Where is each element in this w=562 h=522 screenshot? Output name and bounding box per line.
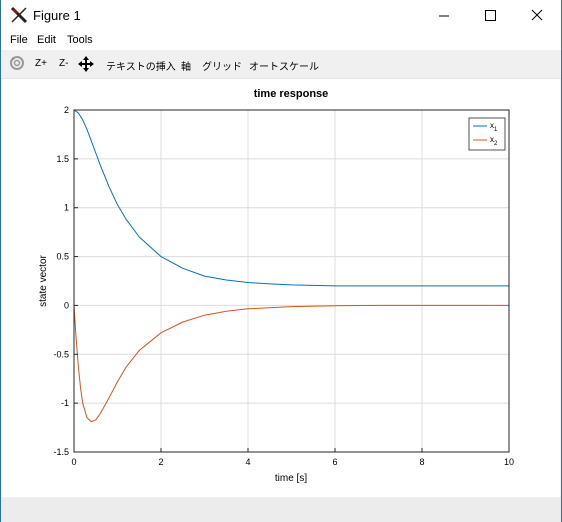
zoom-in-button[interactable]: Z+: [35, 58, 47, 69]
y-tick-label: 1.5: [56, 154, 69, 164]
figure-window: Figure 1 File Edit Tools Z+ Z- テキストの挿入 軸…: [0, 0, 562, 522]
x-tick-label: 8: [419, 457, 424, 467]
window-title: Figure 1: [33, 8, 81, 23]
rotate-icon[interactable]: [9, 55, 25, 71]
chart-title: time response: [254, 88, 329, 100]
pan-icon[interactable]: [77, 55, 95, 73]
app-logo-icon: [10, 6, 28, 24]
menu-file[interactable]: File: [10, 34, 28, 46]
plot-area: [74, 110, 509, 452]
toolbar: Z+ Z- テキストの挿入 軸 グリッド オートスケール: [1, 50, 561, 79]
y-tick-label: -1.5: [53, 447, 69, 457]
close-button[interactable]: [513, 0, 561, 31]
title-bar[interactable]: Figure 1: [1, 0, 561, 31]
legend-box: [468, 117, 506, 151]
minimize-button[interactable]: [421, 0, 467, 31]
x-tick-label: 0: [71, 457, 76, 467]
x-tick-label: 10: [504, 457, 514, 467]
x-axis-label: time [s]: [275, 473, 307, 484]
legend[interactable]: x1x2: [468, 117, 506, 151]
y-tick-label: -0.5: [53, 349, 69, 359]
insert-text-button[interactable]: テキストの挿入: [106, 58, 176, 73]
x-tick-label: 4: [245, 457, 250, 467]
menu-bar: File Edit Tools: [1, 31, 561, 50]
line-chart[interactable]: time response 0 2 4 6 8 10 -1.5 -1 -0.5 0 0.5 1 1.5 2…: [2, 79, 560, 497]
close-icon: [531, 9, 543, 21]
axis-button[interactable]: 軸: [181, 58, 191, 73]
menu-edit[interactable]: Edit: [37, 34, 56, 46]
zoom-out-button[interactable]: Z-: [59, 58, 68, 69]
y-tick-label: 0: [64, 300, 69, 310]
maximize-icon: [485, 10, 496, 21]
status-bar: [1, 498, 561, 522]
y-tick-label: 1: [64, 203, 69, 213]
minimize-icon: [439, 15, 449, 17]
menu-tools[interactable]: Tools: [67, 34, 93, 46]
y-axis-label: state vector: [38, 254, 49, 306]
x-tick-label: 2: [158, 457, 163, 467]
y-tick-label: 2: [64, 105, 69, 115]
y-tick-label: -1: [61, 398, 69, 408]
maximize-button[interactable]: [467, 0, 513, 31]
figure-canvas[interactable]: time response 0 2 4 6 8 10 -1.5 -1 -0.5 0 0.5 1 1.5 2…: [2, 79, 560, 497]
y-tick-label: 0.5: [56, 252, 69, 262]
x-tick-label: 6: [332, 457, 337, 467]
autoscale-button[interactable]: オートスケール: [249, 58, 319, 73]
grid-button[interactable]: グリッド: [202, 58, 242, 73]
